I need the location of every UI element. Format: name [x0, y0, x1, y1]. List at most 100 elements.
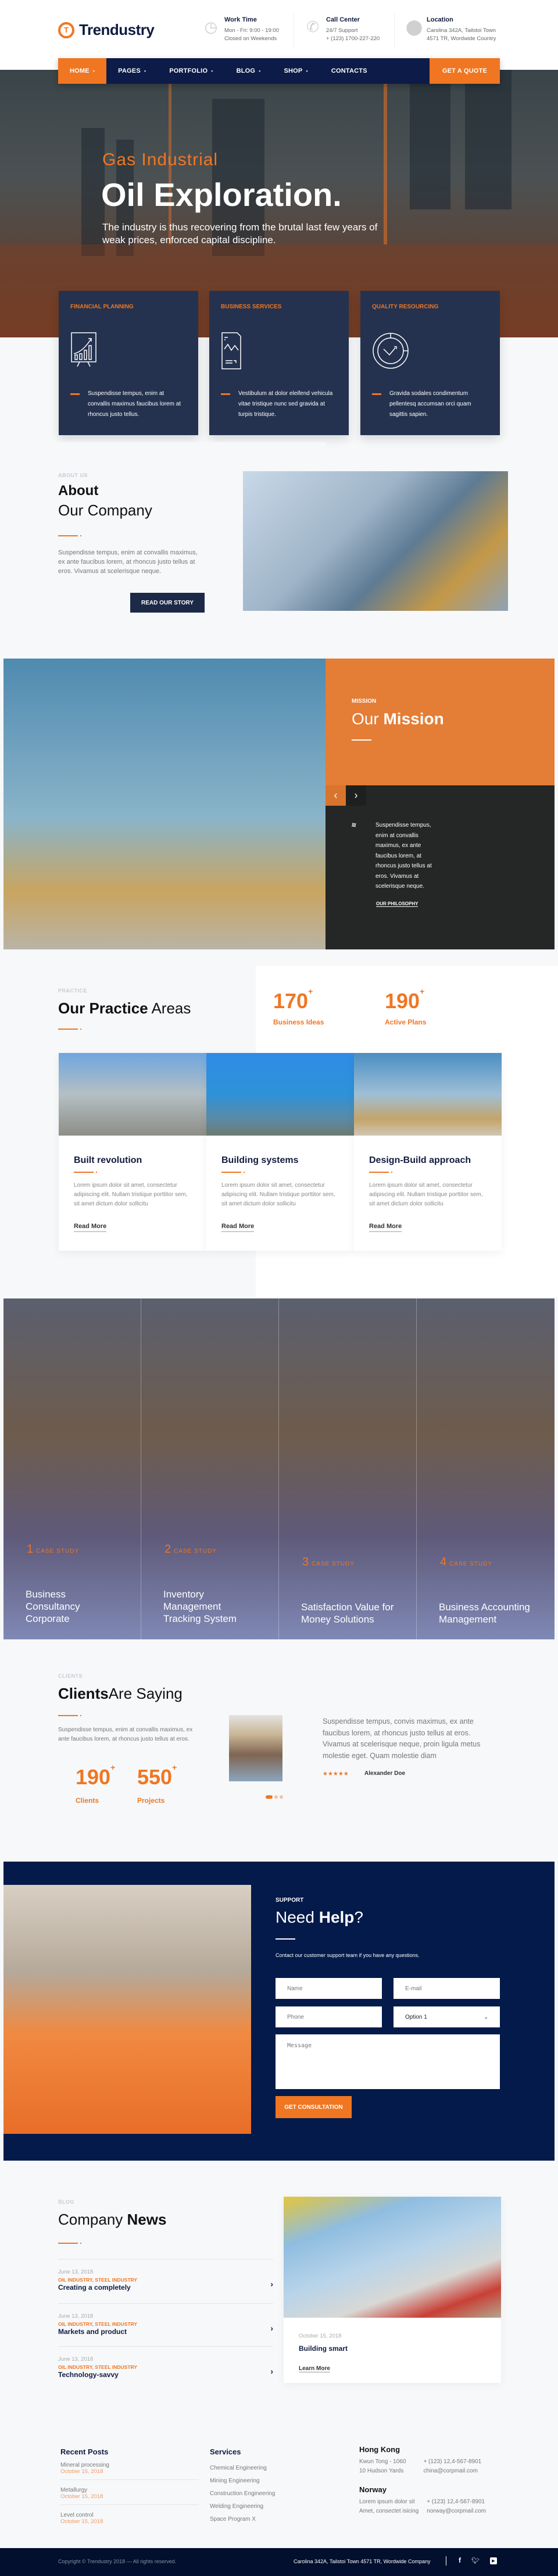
testimonial-author: Alexander Doe: [364, 1770, 406, 1777]
clients-kicker: CLIENTS: [58, 1673, 83, 1679]
featured-news-card: October 15, 2018 Building smart Learn Mo…: [284, 2197, 501, 2383]
phone-input[interactable]: [276, 2006, 382, 2027]
recent-post[interactable]: Metallurgy October 15, 2018: [60, 2480, 199, 2505]
slider-dot-active[interactable]: [266, 1795, 273, 1799]
option-select[interactable]: Option 1 ⌄: [394, 2006, 500, 2027]
feature-card: FINANCIAL PLANNING Suspendisse tempus, e…: [59, 291, 198, 435]
growth-chart-board-icon: [71, 332, 96, 367]
info-title: Location: [427, 16, 453, 23]
call-center-info: ✆ Call Center 24/7 Support + (123) 1700-…: [305, 16, 380, 43]
services-list: Chemical Engineering Mining Engineering …: [210, 2462, 275, 2526]
info-line: 4571 TR, Wordwide Country: [427, 35, 496, 42]
practice-card-text: Lorem ipsum dolor sit amet, consectetur …: [369, 1182, 483, 1207]
select-value: Option 1: [405, 2013, 427, 2020]
read-our-story-button[interactable]: READ OUR STORY: [130, 593, 205, 613]
copyright: Copyright © Trendustry 2018 — All rights…: [58, 2559, 177, 2564]
mission-text: Suspendisse tempus, enim at convallis ma…: [375, 822, 432, 889]
read-more-link[interactable]: Read More: [221, 1223, 255, 1232]
footer-address: Carolina 342A, Tailstoi Town 4571 TR, Wo…: [294, 2559, 431, 2564]
case-study-card[interactable]: 1 CASE STUDY Business Consultancy Corpora…: [3, 1298, 141, 1639]
practice-card: Built revolution Lorem ipsum dolor sit a…: [59, 1053, 206, 1251]
clock-icon: ◷: [204, 18, 218, 35]
practice-image: [206, 1053, 354, 1136]
stat-projects: 550+ Projects: [137, 1763, 177, 1805]
news-list-item[interactable]: June 13, 2018 OIL INDUSTRY, STEEL INDUST…: [58, 2303, 273, 2346]
news-kicker: BLOG: [58, 2199, 74, 2205]
support-text: Contact our customer support team if you…: [276, 1952, 420, 1958]
work-time-info: ◷ Work Time Mon - Fri: 9:00 - 19:00 Clos…: [203, 16, 279, 43]
service-link[interactable]: Space Program X: [210, 2513, 275, 2526]
services-heading: Services: [210, 2447, 241, 2456]
case-study-card[interactable]: 3 CASE STUDY Satisfaction Value for Money…: [279, 1298, 417, 1639]
news-card-title: Building smart: [299, 2344, 348, 2353]
case-study-card[interactable]: 4 CASE STUDY Business Accounting Manageme…: [417, 1298, 555, 1639]
our-philosophy-link[interactable]: OUR PHILOSOPHY: [376, 901, 419, 907]
service-link[interactable]: Mining Engineering: [210, 2475, 275, 2488]
read-more-link[interactable]: Read More: [369, 1223, 402, 1232]
name-input[interactable]: [276, 1978, 382, 1999]
email-input[interactable]: [394, 1978, 500, 1999]
facebook-icon[interactable]: f: [459, 2556, 461, 2564]
next-arrow-button[interactable]: ›: [346, 785, 366, 806]
hero-description: The industry is thus recovering from the…: [102, 222, 378, 245]
news-title: Company News: [58, 2211, 167, 2228]
practice-card-title: Built revolution: [74, 1155, 142, 1165]
chevron-down-icon: •: [92, 68, 95, 74]
recent-post[interactable]: Level control October 15, 2018: [60, 2505, 199, 2525]
service-link[interactable]: Welding Engineering: [210, 2500, 275, 2513]
case-study-card[interactable]: 2 CASE STUDY Inventory Management Trackin…: [141, 1298, 279, 1639]
nav-home[interactable]: HOME •: [58, 58, 107, 84]
feature-title: QUALITY RESOURCING: [372, 304, 439, 310]
clients-text: Suspendisse tempus, enim at convallis ma…: [58, 1727, 193, 1742]
nav-portfolio[interactable]: PORTFOLIO •: [158, 58, 224, 84]
logo[interactable]: T Trendustry: [58, 21, 155, 39]
recent-post[interactable]: Mineral processing October 15, 2018: [60, 2462, 199, 2480]
chevron-down-icon: ⌄: [484, 2013, 488, 2020]
practice-image: [59, 1053, 206, 1136]
twitter-icon[interactable]: 🐦︎: [471, 2557, 480, 2564]
about-text: Suspendisse tempus, enim at convallis ma…: [58, 549, 198, 575]
title-underline: [58, 1715, 81, 1716]
nav-blog[interactable]: BLOG •: [225, 58, 273, 84]
practice-title: Our Practice Areas: [58, 999, 191, 1017]
get-consultation-button[interactable]: GET CONSULTATION: [276, 2096, 352, 2118]
title-underline: [74, 1172, 97, 1173]
about-title-bold: About: [58, 483, 99, 499]
slider-dot[interactable]: [274, 1795, 278, 1799]
news-list-item[interactable]: June 13, 2018 OIL INDUSTRY, STEEL INDUST…: [58, 2259, 273, 2303]
slider-dot[interactable]: [280, 1795, 283, 1799]
brand-name: Trendustry: [79, 21, 155, 38]
learn-more-link[interactable]: Learn More: [299, 2365, 330, 2372]
practice-card: Design-Build approach Lorem ipsum dolor …: [354, 1053, 502, 1251]
mission-body: [326, 785, 555, 949]
hero-subtitle: Gas Industrial: [102, 150, 219, 169]
feature-title: BUSINESS SERVICES: [221, 304, 282, 310]
chevron-right-icon: ›: [270, 2324, 273, 2333]
message-textarea[interactable]: [276, 2034, 500, 2089]
slider-dots: [266, 1791, 285, 1802]
youtube-icon[interactable]: ▶: [490, 2557, 497, 2564]
service-link[interactable]: Construction Engineering: [210, 2488, 275, 2500]
main-nav: HOME • PAGES • PORTFOLIO • BLOG • SHOP • CONT…: [58, 58, 500, 84]
news-list-item[interactable]: June 13, 2018 OIL INDUSTRY, STEEL INDUST…: [58, 2346, 273, 2389]
workers-image: [3, 1885, 251, 2134]
title-underline: [58, 535, 81, 536]
title-underline: [276, 1938, 295, 1940]
practice-card-text: Lorem ipsum dolor sit amet, consectetur …: [74, 1182, 188, 1207]
case-study-title: Business Accounting Management: [439, 1602, 530, 1625]
nav-shop[interactable]: SHOP •: [273, 58, 320, 84]
prev-arrow-button[interactable]: ‹: [326, 785, 346, 806]
about-title-light: Our Company: [58, 501, 152, 519]
nav-pages[interactable]: PAGES •: [106, 58, 158, 84]
get-quote-button[interactable]: GET A QUOTE: [429, 58, 500, 84]
recent-posts-heading: Recent Posts: [60, 2447, 109, 2456]
read-more-link[interactable]: Read More: [74, 1223, 107, 1232]
feature-text: Gravida sodales condimentum pellentesq a…: [389, 390, 471, 418]
mission-kicker: MISSION: [352, 698, 377, 705]
chevron-down-icon: •: [144, 68, 146, 74]
service-link[interactable]: Chemical Engineering: [210, 2462, 275, 2475]
divider: [394, 13, 395, 48]
stat-active-plans: 190+ Active Plans: [385, 987, 427, 1026]
nav-contacts[interactable]: CONTACTS: [320, 58, 379, 84]
stat-business-ideas: 170+ Business Ideas: [273, 987, 324, 1026]
